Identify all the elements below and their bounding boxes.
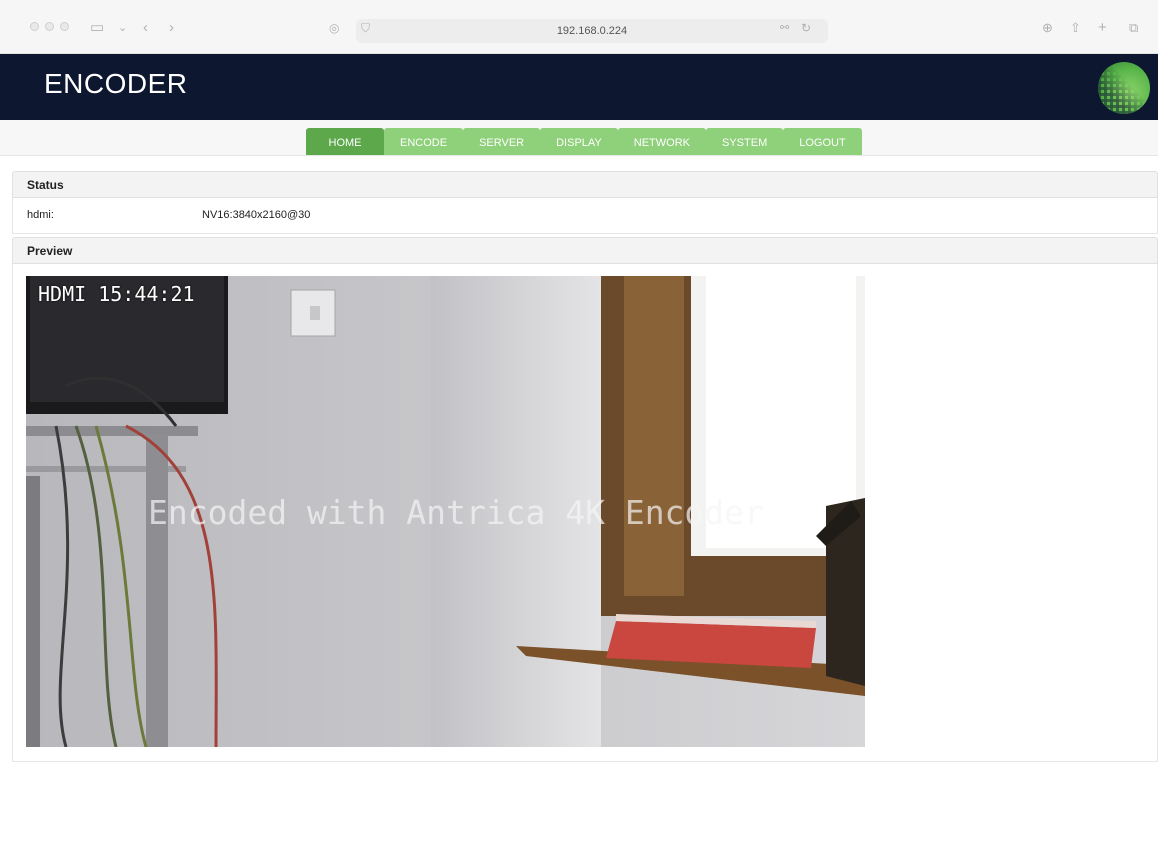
back-icon[interactable]: ‹ <box>143 18 148 38</box>
app-header: ENCODER <box>0 54 1158 120</box>
share-icon[interactable]: ⇧ <box>1070 18 1081 38</box>
chevron-down-icon[interactable]: ⌄ <box>118 18 127 38</box>
sidebar-icon[interactable]: ▭ <box>90 18 104 38</box>
nav-encode[interactable]: ENCODE <box>384 128 464 155</box>
address-text: 192.168.0.224 <box>556 25 628 37</box>
status-row-hdmi: hdmi: NV16:3840x2160@30 <box>12 198 1158 234</box>
tabs-overview-icon[interactable]: ⧉ <box>1129 18 1138 38</box>
privacy-icon[interactable]: ◎ <box>329 18 339 38</box>
status-panel-title: Status <box>12 171 1158 198</box>
new-tab-icon[interactable]: + <box>1098 18 1107 38</box>
window-controls[interactable] <box>30 22 69 31</box>
encoder-watermark: Encoded with Antrica 4K Encoder <box>148 493 764 532</box>
translate-icon[interactable]: ⚯ <box>780 18 789 38</box>
status-key: hdmi: <box>27 209 54 221</box>
minimize-window-icon[interactable] <box>45 22 54 31</box>
forward-icon[interactable]: › <box>169 18 174 38</box>
nav-home[interactable]: HOME <box>306 128 384 155</box>
page-title: ENCODER <box>44 68 188 99</box>
main-nav: HOME ENCODE SERVER DISPLAY NETWORK SYSTE… <box>306 128 862 155</box>
nav-system[interactable]: SYSTEM <box>706 128 784 155</box>
nav-network[interactable]: NETWORK <box>617 128 706 155</box>
osd-timestamp: HDMI 15:44:21 <box>38 282 195 306</box>
reload-icon[interactable]: ↻ <box>801 18 811 38</box>
close-window-icon[interactable] <box>30 22 39 31</box>
globe-logo <box>1098 62 1150 114</box>
address-bar[interactable]: 192.168.0.224 <box>356 19 828 43</box>
zoom-window-icon[interactable] <box>60 22 69 31</box>
nav-bar: HOME ENCODE SERVER DISPLAY NETWORK SYSTE… <box>0 120 1158 156</box>
status-value: NV16:3840x2160@30 <box>202 209 311 221</box>
browser-toolbar: ▭ ⌄ ‹ › ◎ 192.168.0.224 ⛉ ⚯ ↻ ⊕ ⇧ + ⧉ <box>0 0 1158 54</box>
preview-panel-title: Preview <box>12 237 1158 264</box>
nav-logout[interactable]: LOGOUT <box>783 128 862 155</box>
nav-display[interactable]: DISPLAY <box>540 128 618 155</box>
shield-icon[interactable]: ⛉ <box>361 18 370 38</box>
nav-server[interactable]: SERVER <box>463 128 541 155</box>
download-icon[interactable]: ⊕ <box>1042 18 1053 38</box>
